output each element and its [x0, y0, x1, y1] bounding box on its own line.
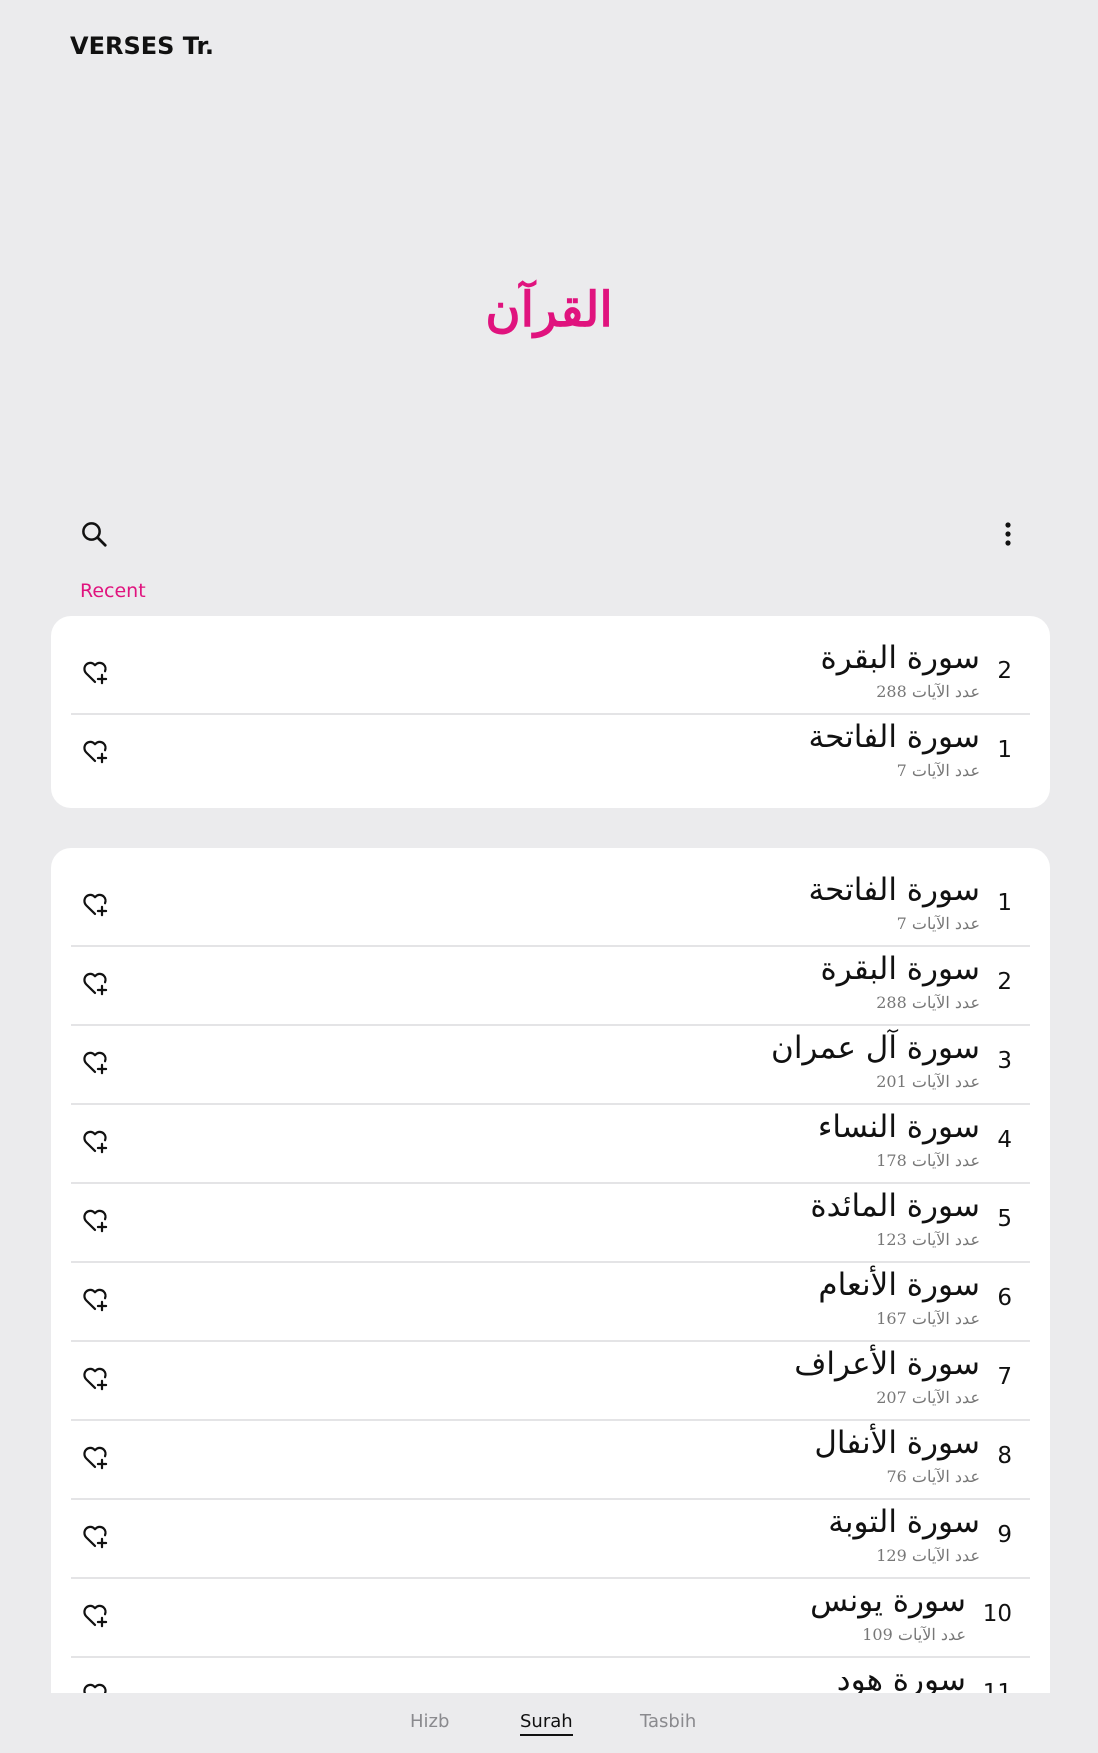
surah-number: 3	[997, 1048, 1012, 1074]
surah-name: سورة الفاتحة	[808, 872, 981, 908]
heart-plus-icon	[83, 661, 108, 685]
surah-row[interactable]: 2 سورة البقرة عدد الآيات 288	[71, 947, 1030, 1026]
surah-name: سورة الأنفال	[814, 1425, 980, 1461]
surah-name: سورة الأنعام	[818, 1267, 980, 1303]
surah-name: سورة الأعراف	[794, 1346, 980, 1382]
favorite-button[interactable]	[77, 1597, 113, 1633]
bottom-nav: Hizb Surah Tasbih	[0, 1693, 1098, 1753]
search-button[interactable]	[72, 512, 116, 556]
heart-plus-icon	[83, 1446, 108, 1470]
surah-name: سورة البقرة	[820, 640, 981, 676]
ayat-count: عدد الآيات 178	[876, 1151, 980, 1170]
heart-plus-icon	[83, 1525, 108, 1549]
surah-name: سورة البقرة	[820, 951, 981, 987]
surah-number: 8	[997, 1443, 1012, 1469]
favorite-button[interactable]	[77, 886, 113, 922]
surah-number: 6	[997, 1285, 1012, 1311]
surah-row[interactable]: 2 سورة البقرة عدد الآيات 288	[71, 636, 1030, 715]
surah-number: 2	[997, 969, 1012, 995]
surah-number: 2	[997, 658, 1012, 684]
ayat-count: عدد الآيات 76	[886, 1467, 980, 1486]
surah-row[interactable]: 4 سورة النساء عدد الآيات 178	[71, 1105, 1030, 1184]
recent-section-label: Recent	[80, 580, 146, 602]
ayat-count: عدد الآيات 167	[876, 1309, 980, 1328]
surah-row[interactable]: 10 سورة يونس عدد الآيات 109	[71, 1579, 1030, 1658]
surah-number: 5	[997, 1206, 1012, 1232]
heart-plus-icon	[83, 1367, 108, 1391]
app-title: VERSES Tr.	[70, 32, 215, 60]
heart-plus-icon	[83, 1683, 107, 1693]
surah-row[interactable]: 1 سورة الفاتحة عدد الآيات 7	[71, 868, 1030, 947]
heart-plus-icon	[83, 1051, 108, 1075]
favorite-button[interactable]	[77, 1360, 113, 1396]
heart-plus-icon	[83, 972, 108, 996]
toolbar	[70, 512, 1020, 560]
favorite-button[interactable]	[77, 1281, 113, 1317]
surah-row[interactable]: 11 سورة هود	[71, 1658, 1030, 1693]
tab-hizb[interactable]: Hizb	[410, 1711, 449, 1732]
recent-card: 2 سورة البقرة عدد الآيات 288 1 سورة الفا…	[51, 616, 1050, 808]
surah-name: سورة التوبة	[828, 1504, 980, 1540]
ayat-count: عدد الآيات 123	[876, 1230, 980, 1249]
ayat-count: عدد الآيات 288	[876, 682, 980, 701]
ayat-count: عدد الآيات 129	[876, 1546, 980, 1565]
surah-row[interactable]: 6 سورة الأنعام عدد الآيات 167	[71, 1263, 1030, 1342]
ayat-count: عدد الآيات 109	[862, 1625, 966, 1644]
ayat-count: عدد الآيات 288	[876, 993, 980, 1012]
surah-number: 11	[982, 1680, 1012, 1693]
tab-surah[interactable]: Surah	[520, 1711, 573, 1736]
surah-number: 10	[982, 1601, 1012, 1627]
surah-number: 1	[997, 890, 1012, 916]
more-options-button[interactable]	[986, 512, 1030, 556]
favorite-button[interactable]	[77, 1202, 113, 1238]
heart-plus-icon	[83, 1288, 108, 1312]
surah-number: 4	[997, 1127, 1012, 1153]
more-vertical-icon	[1005, 522, 1011, 546]
surah-row[interactable]: 3 سورة آل عمران عدد الآيات 201	[71, 1026, 1030, 1105]
quran-logo: القرآن	[485, 282, 613, 338]
surah-row[interactable]: 8 سورة الأنفال عدد الآيات 76	[71, 1421, 1030, 1500]
surah-number: 9	[997, 1522, 1012, 1548]
favorite-button[interactable]	[77, 965, 113, 1001]
favorite-button[interactable]	[77, 1676, 113, 1693]
tab-tasbih[interactable]: Tasbih	[640, 1711, 696, 1732]
favorite-button[interactable]	[77, 654, 113, 690]
surah-row[interactable]: 7 سورة الأعراف عدد الآيات 207	[71, 1342, 1030, 1421]
heart-plus-icon	[83, 1604, 108, 1628]
surah-number: 7	[997, 1364, 1012, 1390]
heart-plus-icon	[83, 893, 108, 917]
favorite-button[interactable]	[77, 733, 113, 769]
surah-number: 1	[997, 737, 1012, 763]
ayat-count: عدد الآيات 7	[896, 914, 980, 933]
ayat-count: عدد الآيات 207	[876, 1388, 980, 1407]
surah-name: سورة المائدة	[810, 1188, 980, 1224]
surah-list[interactable]: 1 سورة الفاتحة عدد الآيات 7 2 سورة البقر…	[51, 868, 1050, 1693]
surah-name: سورة الفاتحة	[808, 719, 981, 755]
favorite-button[interactable]	[77, 1439, 113, 1475]
surah-name: سورة النساء	[817, 1109, 980, 1145]
surah-row[interactable]: 5 سورة المائدة عدد الآيات 123	[71, 1184, 1030, 1263]
heart-plus-icon	[83, 740, 108, 764]
surah-row[interactable]: 9 سورة التوبة عدد الآيات 129	[71, 1500, 1030, 1579]
ayat-count: عدد الآيات 7	[896, 761, 980, 780]
surah-row[interactable]: 1 سورة الفاتحة عدد الآيات 7	[71, 715, 1030, 792]
surah-name: سورة يونس	[810, 1583, 966, 1619]
ayat-count: عدد الآيات 201	[876, 1072, 980, 1091]
surah-card: 1 سورة الفاتحة عدد الآيات 7 2 سورة البقر…	[51, 848, 1050, 1693]
favorite-button[interactable]	[77, 1518, 113, 1554]
search-icon	[82, 522, 107, 547]
recent-list: 2 سورة البقرة عدد الآيات 288 1 سورة الفا…	[51, 636, 1050, 792]
surah-name: سورة آل عمران	[771, 1030, 980, 1066]
heart-plus-icon	[83, 1209, 108, 1233]
favorite-button[interactable]	[77, 1044, 113, 1080]
favorite-button[interactable]	[77, 1123, 113, 1159]
surah-name: سورة هود	[836, 1662, 966, 1693]
heart-plus-icon	[83, 1130, 108, 1154]
